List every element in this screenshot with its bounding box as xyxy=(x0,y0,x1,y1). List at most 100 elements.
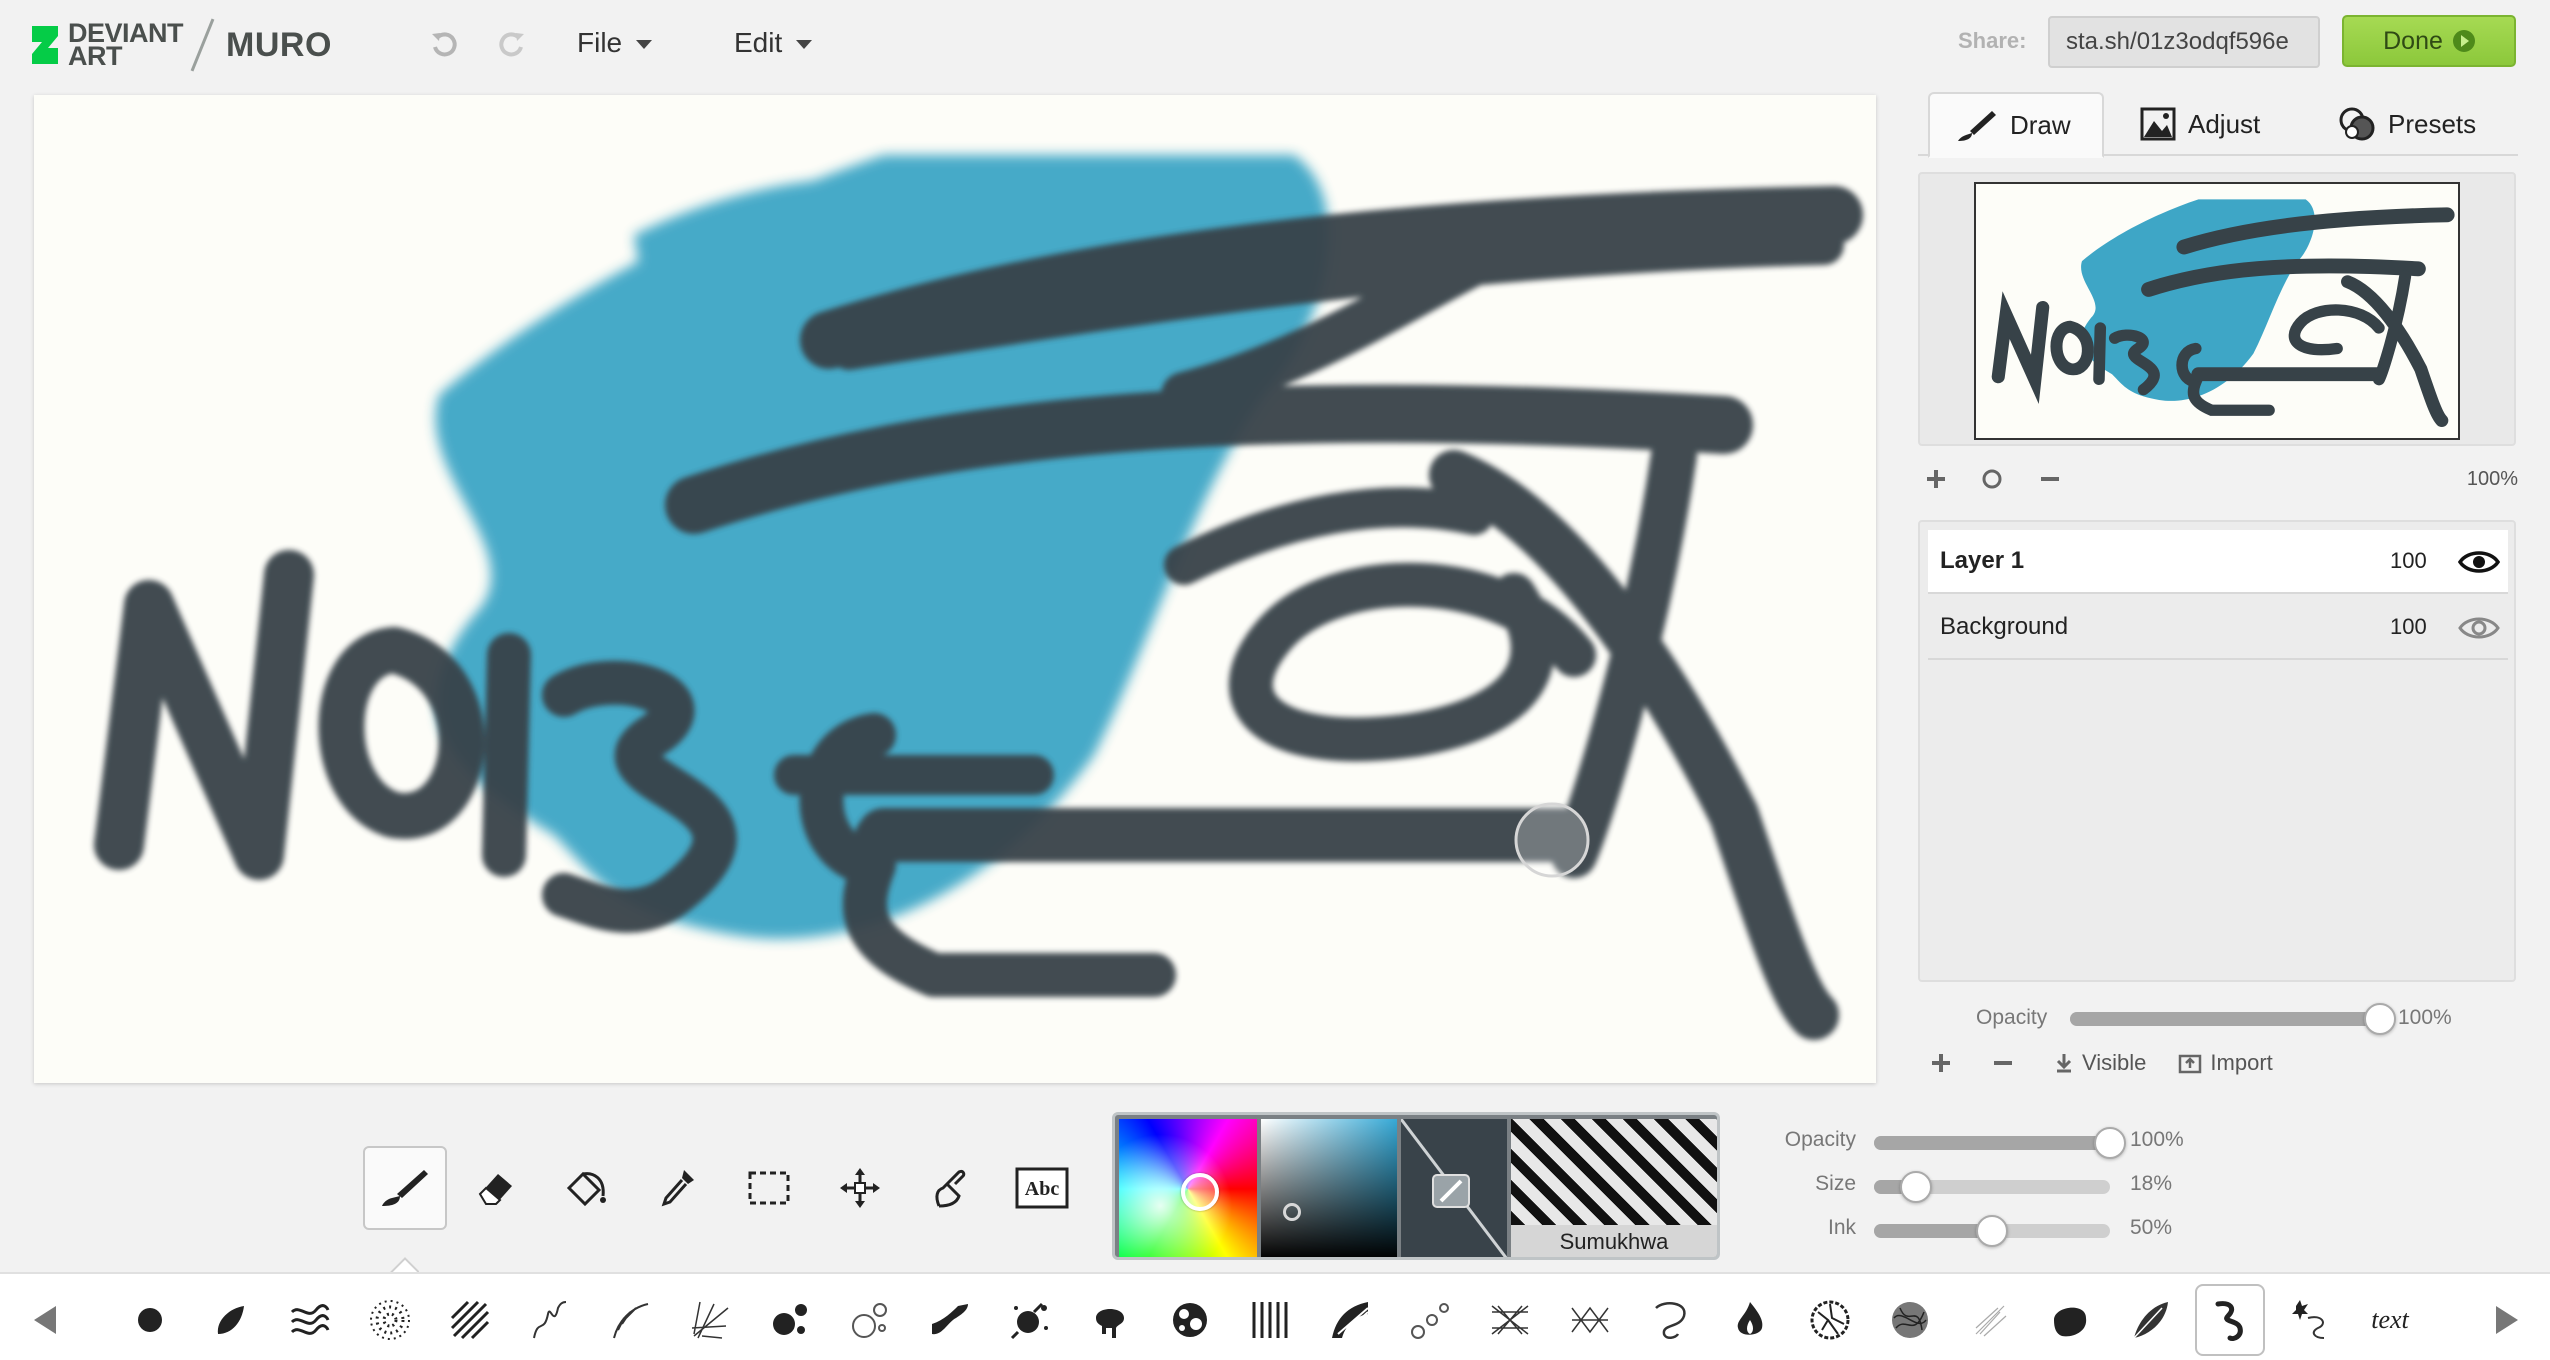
eye-icon[interactable] xyxy=(2458,612,2500,651)
share-url-field[interactable] xyxy=(2048,16,2320,68)
scroll-left-button[interactable] xyxy=(26,1300,66,1340)
brush-chain[interactable] xyxy=(1400,1290,1460,1350)
zoom-reset-button[interactable] xyxy=(1974,462,2010,496)
brush-flame[interactable] xyxy=(1720,1290,1780,1350)
brush-ink-knob[interactable] xyxy=(1976,1215,2008,1247)
brush-feather[interactable] xyxy=(600,1290,660,1350)
brush-ink[interactable] xyxy=(200,1290,260,1350)
saturation-value-picker[interactable] xyxy=(1261,1119,1397,1257)
brush-bars[interactable] xyxy=(1240,1290,1300,1350)
brush-tool[interactable] xyxy=(363,1146,447,1230)
feather-brush-icon xyxy=(613,1303,649,1339)
brush-bubbles[interactable] xyxy=(760,1290,820,1350)
eyedropper-icon xyxy=(661,1170,694,1207)
scroll-right-button[interactable] xyxy=(2486,1300,2526,1340)
brush-opacity-knob[interactable] xyxy=(2094,1127,2126,1159)
layer-opacity-slider[interactable] xyxy=(2070,1003,2396,1035)
brush-spray[interactable] xyxy=(680,1290,740,1350)
brush-size-slider[interactable] xyxy=(1874,1171,2110,1203)
brush-dots[interactable] xyxy=(360,1290,420,1350)
brush-blot[interactable] xyxy=(1160,1290,1220,1350)
edit-menu[interactable]: Edit xyxy=(734,22,813,64)
deviantart-logo[interactable]: DEVIANT ART MURO xyxy=(28,18,332,72)
brush-opacity-slider[interactable] xyxy=(1874,1127,2126,1159)
brush-leaf[interactable] xyxy=(2120,1290,2180,1350)
rings-brush-icon xyxy=(852,1303,887,1338)
drawing-canvas[interactable] xyxy=(34,95,1876,1083)
smudge-tool[interactable] xyxy=(909,1146,993,1230)
brush-ink-slider[interactable] xyxy=(1874,1215,2110,1247)
file-menu[interactable]: File xyxy=(577,22,653,64)
brush-stars[interactable] xyxy=(2280,1290,2340,1350)
import-button[interactable]: Import xyxy=(2178,1050,2273,1076)
brush-splatter[interactable] xyxy=(1000,1290,1060,1350)
chevron-down-icon xyxy=(796,40,813,49)
brush-scribble[interactable] xyxy=(1880,1290,1940,1350)
brush-squiggle[interactable] xyxy=(520,1290,580,1350)
undo-button[interactable] xyxy=(424,24,464,64)
navigator-thumbnail[interactable] xyxy=(1974,182,2460,440)
brush-web[interactable] xyxy=(1560,1290,1620,1350)
layer-row-background[interactable]: Background 100 xyxy=(1928,596,2508,660)
move-tool[interactable] xyxy=(818,1146,902,1230)
brush-hatch[interactable] xyxy=(440,1290,500,1350)
hue-wheel[interactable] xyxy=(1119,1119,1257,1257)
brush-rings[interactable] xyxy=(840,1290,900,1350)
brush-wavy[interactable] xyxy=(280,1290,340,1350)
tab-presets[interactable]: Presets xyxy=(2338,92,2476,156)
redo-button[interactable] xyxy=(492,24,532,64)
add-layer-button[interactable] xyxy=(1930,1052,1960,1074)
eyedropper-tool[interactable] xyxy=(636,1146,720,1230)
canvas-artwork xyxy=(94,155,1863,1040)
zoom-out-button[interactable] xyxy=(2032,462,2068,496)
eraser-tool[interactable] xyxy=(454,1146,538,1230)
delete-layer-button[interactable] xyxy=(1992,1052,2022,1074)
brush-fan[interactable] xyxy=(1320,1290,1380,1350)
brush-marker[interactable] xyxy=(920,1290,980,1350)
tab-presets-label: Presets xyxy=(2388,108,2477,139)
done-label: Done xyxy=(2383,26,2443,55)
svg-text:Abc: Abc xyxy=(1025,1178,1060,1200)
logo-divider xyxy=(190,18,215,72)
layer-opacity-value: 100% xyxy=(2398,1006,2452,1029)
layer-opacity-knob[interactable] xyxy=(2364,1003,2396,1035)
sv-knob[interactable] xyxy=(1283,1203,1301,1221)
merge-visible-button[interactable]: Visible xyxy=(2054,1050,2146,1076)
brush-sketch[interactable] xyxy=(1960,1290,2020,1350)
done-button[interactable]: Done xyxy=(2342,15,2516,67)
layer-opacity-fill xyxy=(2070,1012,2380,1026)
minus-icon xyxy=(1994,1061,2012,1065)
layer-row-layer-1[interactable]: Layer 1 100 xyxy=(1928,530,2508,594)
text-tool[interactable]: Abc xyxy=(1000,1146,1084,1230)
panel-tabs: Draw Adjust Presets xyxy=(1918,92,2518,158)
brush-crackle[interactable] xyxy=(1800,1290,1860,1350)
sketch-brush-icon xyxy=(1975,1305,2007,1337)
brush-round[interactable] xyxy=(120,1290,180,1350)
brush-pencil-blob[interactable] xyxy=(2040,1290,2100,1350)
brush-opacity-fill xyxy=(1874,1136,2110,1150)
brush-strip: text xyxy=(0,1272,2550,1360)
brush-texture-preview[interactable] xyxy=(1511,1119,1717,1225)
brush-text[interactable]: text xyxy=(2360,1290,2420,1350)
tab-draw-label: Draw xyxy=(2010,109,2071,140)
fill-tool[interactable] xyxy=(545,1146,629,1230)
zoom-in-button[interactable] xyxy=(1918,462,1954,496)
select-tool[interactable] xyxy=(727,1146,811,1230)
sumukhwa-brush-icon xyxy=(2215,1301,2243,1341)
tab-adjust[interactable]: Adjust xyxy=(2140,92,2260,156)
brush-drip[interactable] xyxy=(1080,1290,1140,1350)
brush-ink-fill xyxy=(1874,1224,1992,1238)
color-swatches[interactable] xyxy=(1401,1119,1507,1257)
layer-opacity: 100 xyxy=(2390,548,2427,573)
marquee-select-icon xyxy=(748,1171,790,1205)
hue-knob[interactable] xyxy=(1181,1173,1219,1211)
brush-curl[interactable] xyxy=(1640,1290,1700,1350)
brush-sumukhwa[interactable] xyxy=(2195,1284,2265,1356)
tab-draw[interactable]: Draw xyxy=(1928,92,2104,158)
tool-selected-caret xyxy=(389,1256,419,1272)
brush-opacity-value: 100% xyxy=(2130,1128,2184,1151)
eye-icon[interactable] xyxy=(2457,546,2501,585)
brush-crosshatch[interactable] xyxy=(1480,1290,1540,1350)
hatch-brush-icon xyxy=(450,1300,490,1340)
brush-size-knob[interactable] xyxy=(1900,1171,1933,1203)
